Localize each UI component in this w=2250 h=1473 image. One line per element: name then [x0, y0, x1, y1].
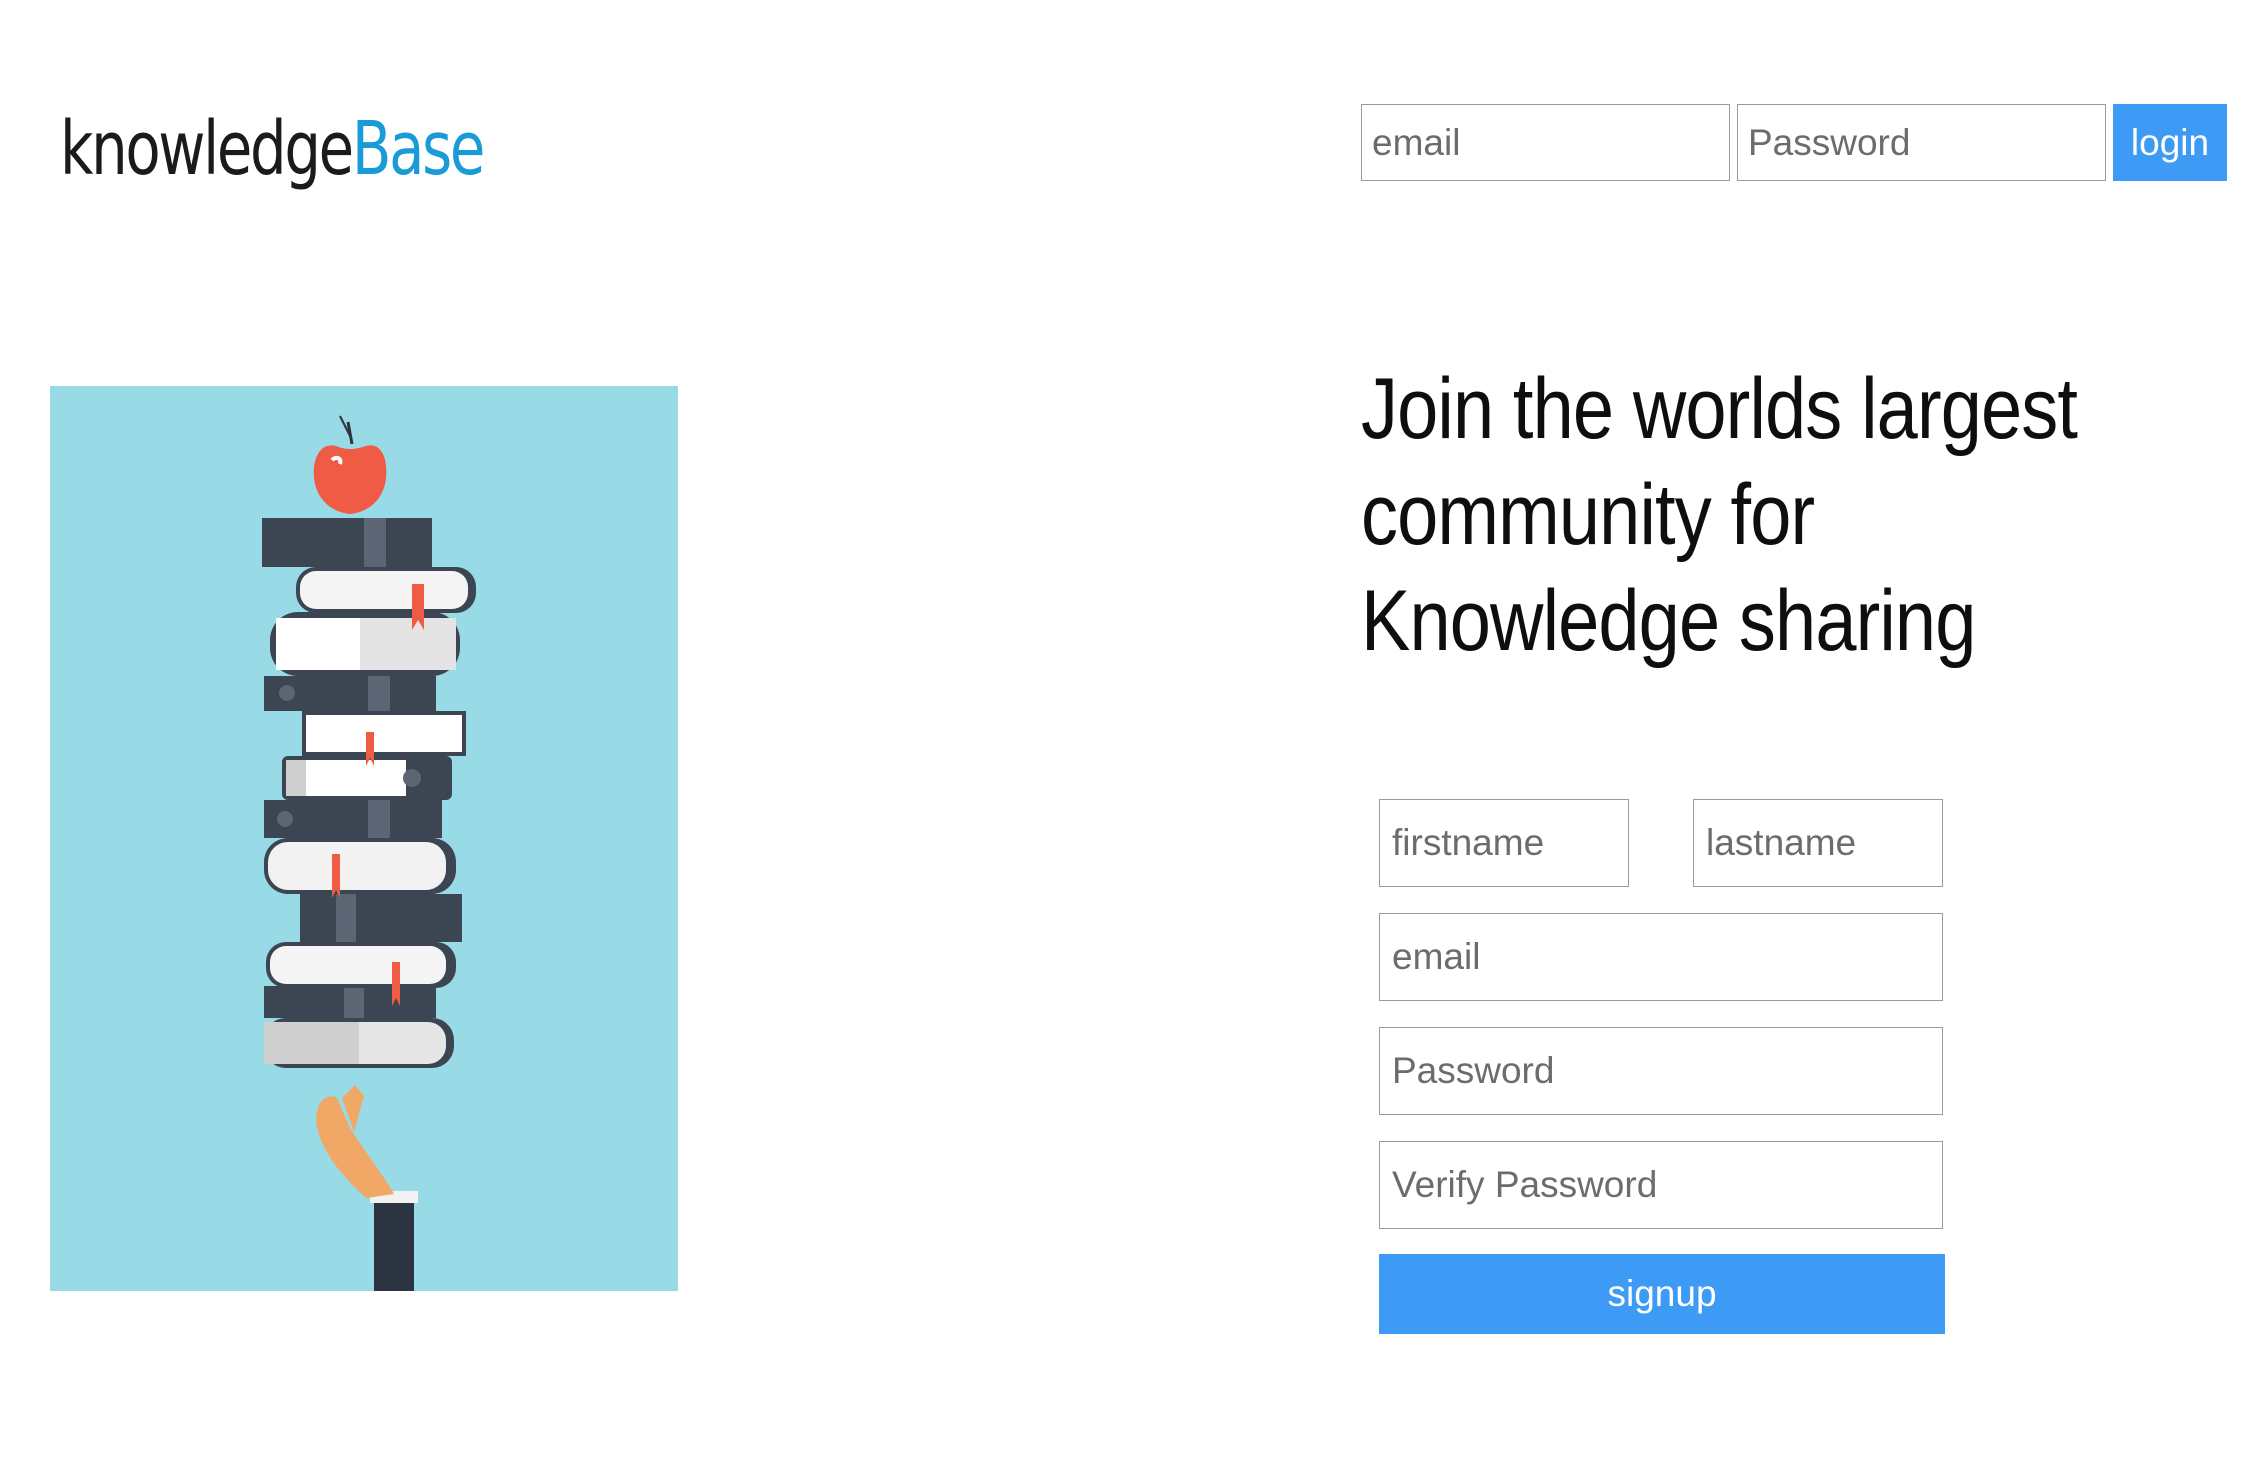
- headline-line-2: community for: [1361, 467, 1815, 563]
- login-password-input[interactable]: [1737, 104, 2106, 181]
- headline-line-1: Join the worlds largest: [1361, 361, 2078, 457]
- brand-logo[interactable]: knowledgeBase: [60, 112, 485, 186]
- login-bar: login: [1361, 104, 2227, 181]
- books-stack-icon: [262, 415, 476, 1291]
- name-row: [1379, 799, 1943, 887]
- lastname-input[interactable]: [1693, 799, 1943, 887]
- verify-password-input[interactable]: [1379, 1141, 1943, 1229]
- login-email-input[interactable]: [1361, 104, 1730, 181]
- firstname-input[interactable]: [1379, 799, 1629, 887]
- logo-text-knowledge: knowledge: [60, 106, 354, 192]
- hero-headline: Join the worlds largest community for Kn…: [1361, 356, 2078, 674]
- headline-line-3: Knowledge sharing: [1361, 573, 1976, 669]
- signup-form: signup: [1379, 799, 1945, 1334]
- login-button[interactable]: login: [2113, 104, 2227, 181]
- signup-button[interactable]: signup: [1379, 1254, 1945, 1334]
- signup-password-input[interactable]: [1379, 1027, 1943, 1115]
- signup-email-input[interactable]: [1379, 913, 1943, 1001]
- books-illustration: [50, 386, 678, 1291]
- logo-text-base: Base: [351, 106, 486, 192]
